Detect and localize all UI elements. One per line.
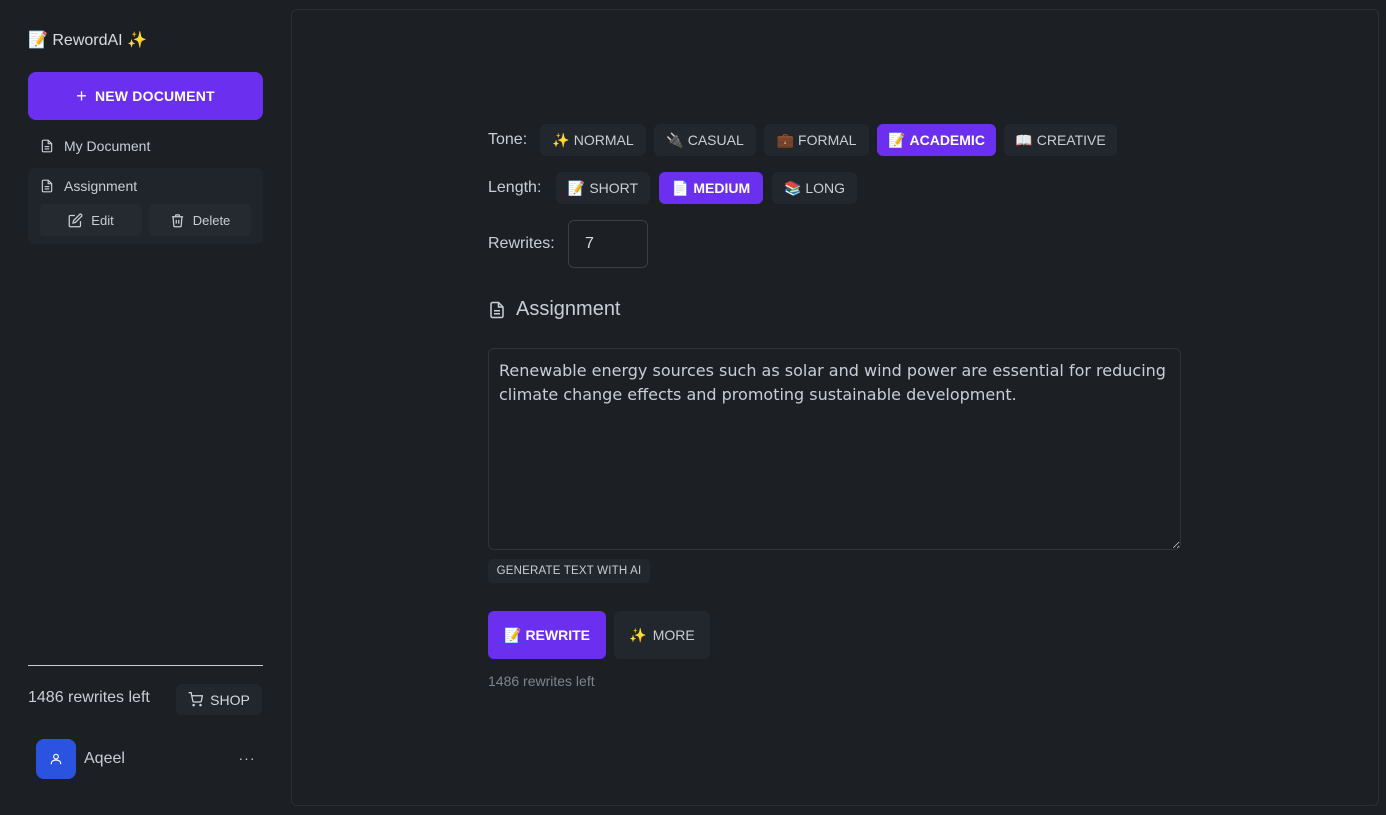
memo-icon: 📝 bbox=[567, 179, 586, 196]
document-icon bbox=[41, 179, 53, 193]
briefcase-icon: 💼 bbox=[776, 131, 795, 148]
tone-creative-button[interactable]: 📖 CREATIVE bbox=[1004, 124, 1117, 156]
more-options-icon[interactable]: ··· bbox=[238, 750, 256, 768]
edit-document-button[interactable]: Edit bbox=[40, 204, 142, 236]
cart-icon bbox=[188, 692, 204, 707]
delete-label: Delete bbox=[192, 212, 231, 228]
length-label: Length: bbox=[488, 179, 542, 196]
document-editor[interactable]: Renewable energy sources such as solar a… bbox=[488, 348, 1181, 550]
sidebar-item-assignment[interactable]: Assignment bbox=[28, 168, 263, 204]
shop-button[interactable]: SHOP bbox=[176, 684, 262, 715]
memo-icon: 📝 bbox=[888, 131, 906, 148]
tone-casual-button[interactable]: 🔌 CASUAL bbox=[654, 124, 756, 156]
tone-label: FORMAL bbox=[798, 132, 857, 148]
memo-icon: 📝 bbox=[504, 626, 522, 643]
rewrites-count-input[interactable] bbox=[568, 220, 648, 268]
rewrite-label: REWRITE bbox=[525, 627, 590, 643]
app-brand: 📝 RewordAI ✨ bbox=[28, 32, 147, 49]
tone-label: ACADEMIC bbox=[909, 132, 985, 148]
tone-label: Tone: bbox=[488, 131, 528, 148]
more-label: MORE bbox=[652, 627, 695, 643]
shop-label: SHOP bbox=[210, 691, 250, 708]
edit-label: Edit bbox=[91, 212, 114, 228]
tone-formal-button[interactable]: 💼 FORMAL bbox=[764, 124, 869, 156]
tone-label: CREATIVE bbox=[1036, 132, 1106, 148]
delete-document-button[interactable]: Delete bbox=[149, 204, 251, 236]
rewrites-label: Rewrites: bbox=[488, 235, 555, 252]
tone-label: NORMAL bbox=[573, 132, 634, 148]
length-short-button[interactable]: 📝 SHORT bbox=[556, 172, 650, 204]
plus-icon: + bbox=[76, 86, 87, 106]
tone-academic-button[interactable]: 📝 ACADEMIC bbox=[877, 124, 996, 156]
document-icon bbox=[41, 139, 53, 153]
book-icon: 📖 bbox=[1015, 131, 1033, 148]
rewrites-left-note: 1486 rewrites left bbox=[488, 673, 595, 689]
document-title-text: Assignment bbox=[516, 298, 621, 320]
sidebar: 📝 RewordAI ✨ + NEW DOCUMENT My Document … bbox=[0, 0, 290, 815]
document-title: Assignment bbox=[488, 298, 621, 321]
trash-icon bbox=[171, 213, 183, 227]
avatar[interactable] bbox=[36, 739, 76, 779]
edit-icon bbox=[68, 213, 83, 227]
user-name: Aqeel bbox=[84, 750, 125, 767]
length-medium-button[interactable]: 📄 MEDIUM bbox=[659, 172, 763, 204]
books-icon: 📚 bbox=[783, 179, 802, 196]
plug-icon: 🔌 bbox=[666, 131, 684, 148]
rewrites-left-count: 1486 rewrites left bbox=[28, 689, 150, 706]
page-icon: 📄 bbox=[671, 179, 690, 196]
tone-normal-button[interactable]: ✨ NORMAL bbox=[540, 124, 646, 156]
length-long-button[interactable]: 📚 LONG bbox=[772, 172, 857, 204]
more-button[interactable]: ✨ MORE bbox=[614, 611, 710, 659]
new-document-label: NEW DOCUMENT bbox=[94, 88, 215, 104]
generate-text-button[interactable]: GENERATE TEXT WITH AI bbox=[488, 559, 650, 583]
sidebar-item-my-document[interactable]: My Document bbox=[28, 128, 263, 164]
sparkles-icon: ✨ bbox=[629, 626, 647, 643]
document-icon bbox=[490, 301, 504, 318]
sparkles-icon: ✨ bbox=[552, 131, 570, 148]
length-label: MEDIUM bbox=[693, 180, 751, 196]
tone-label: CASUAL bbox=[687, 132, 744, 148]
new-document-button[interactable]: + NEW DOCUMENT bbox=[28, 72, 263, 120]
sidebar-item-label: My Document bbox=[64, 138, 151, 154]
length-label: LONG bbox=[805, 180, 846, 196]
rewrite-button[interactable]: 📝 REWRITE bbox=[488, 611, 606, 659]
user-icon bbox=[50, 753, 62, 765]
sidebar-item-label: Assignment bbox=[64, 178, 138, 194]
length-label: SHORT bbox=[589, 180, 639, 196]
sidebar-divider bbox=[28, 665, 263, 666]
